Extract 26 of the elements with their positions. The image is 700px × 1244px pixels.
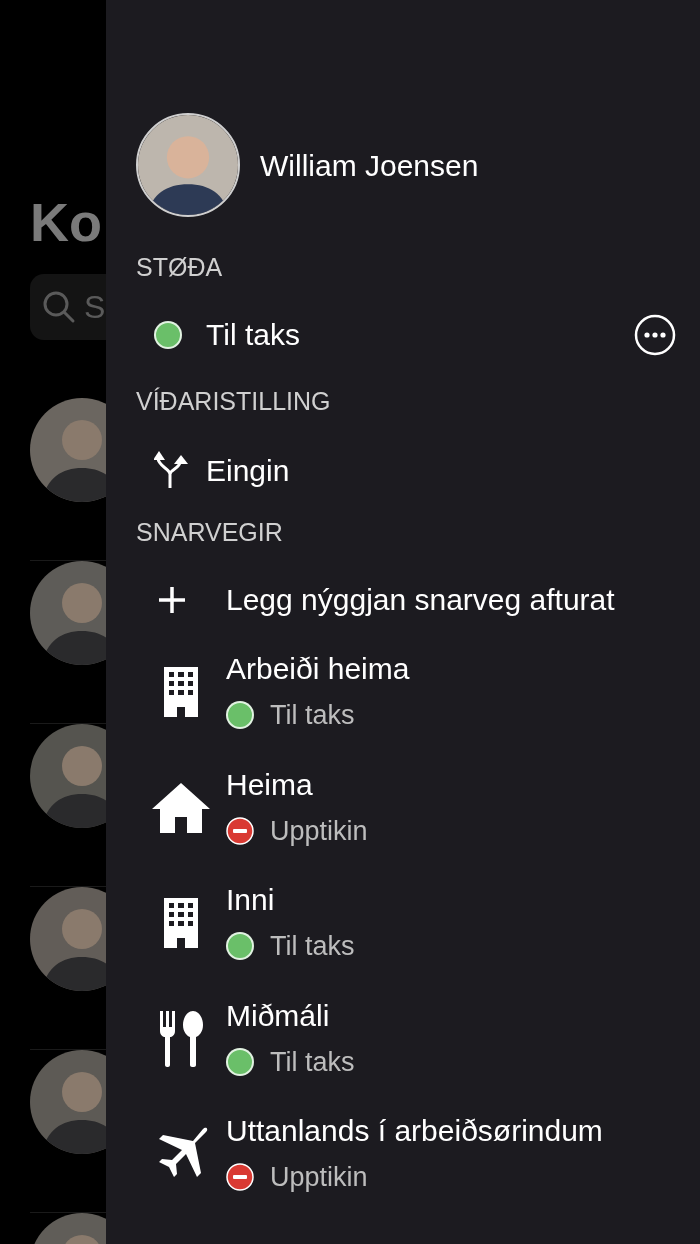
plus-icon: [158, 585, 186, 614]
shortcut-title[interactable]: Miðmáli: [226, 995, 355, 1036]
search-icon: [42, 290, 76, 324]
split-arrows-icon: [154, 450, 190, 490]
section-heading: STØÐA: [136, 252, 224, 283]
building-icon: [164, 667, 198, 718]
fork-spoon-icon: [158, 1010, 204, 1067]
shortcut-status: Til taks: [270, 1045, 355, 1079]
section-heading: VÍÐARISTILLING: [136, 385, 332, 417]
shortcut-title[interactable]: Arbeiði heima: [226, 649, 410, 689]
shortcut-status: Til taks: [270, 930, 355, 963]
shortcut-title[interactable]: Uttanlands í arbeiðsørindum: [226, 1111, 603, 1151]
shortcut-title[interactable]: Heima: [226, 764, 368, 805]
forwarding-value[interactable]: Eingin: [206, 447, 290, 493]
add-shortcut-link[interactable]: Legg nýggjan snarveg afturat: [226, 577, 615, 622]
house-icon: [152, 782, 210, 833]
section-heading: SNARVEGIR: [136, 517, 284, 548]
building-icon: [164, 898, 198, 949]
page-title: Ko: [30, 191, 102, 254]
status-label[interactable]: Til taks: [206, 312, 300, 357]
user-name: William Joensen: [260, 147, 479, 184]
shortcut-title[interactable]: Inni: [226, 880, 355, 920]
more-icon[interactable]: [634, 313, 676, 356]
shortcut-status: Upptikin: [270, 1161, 368, 1194]
shortcut-status: Upptikin: [270, 814, 368, 848]
shortcut-status: Til taks: [270, 699, 355, 732]
